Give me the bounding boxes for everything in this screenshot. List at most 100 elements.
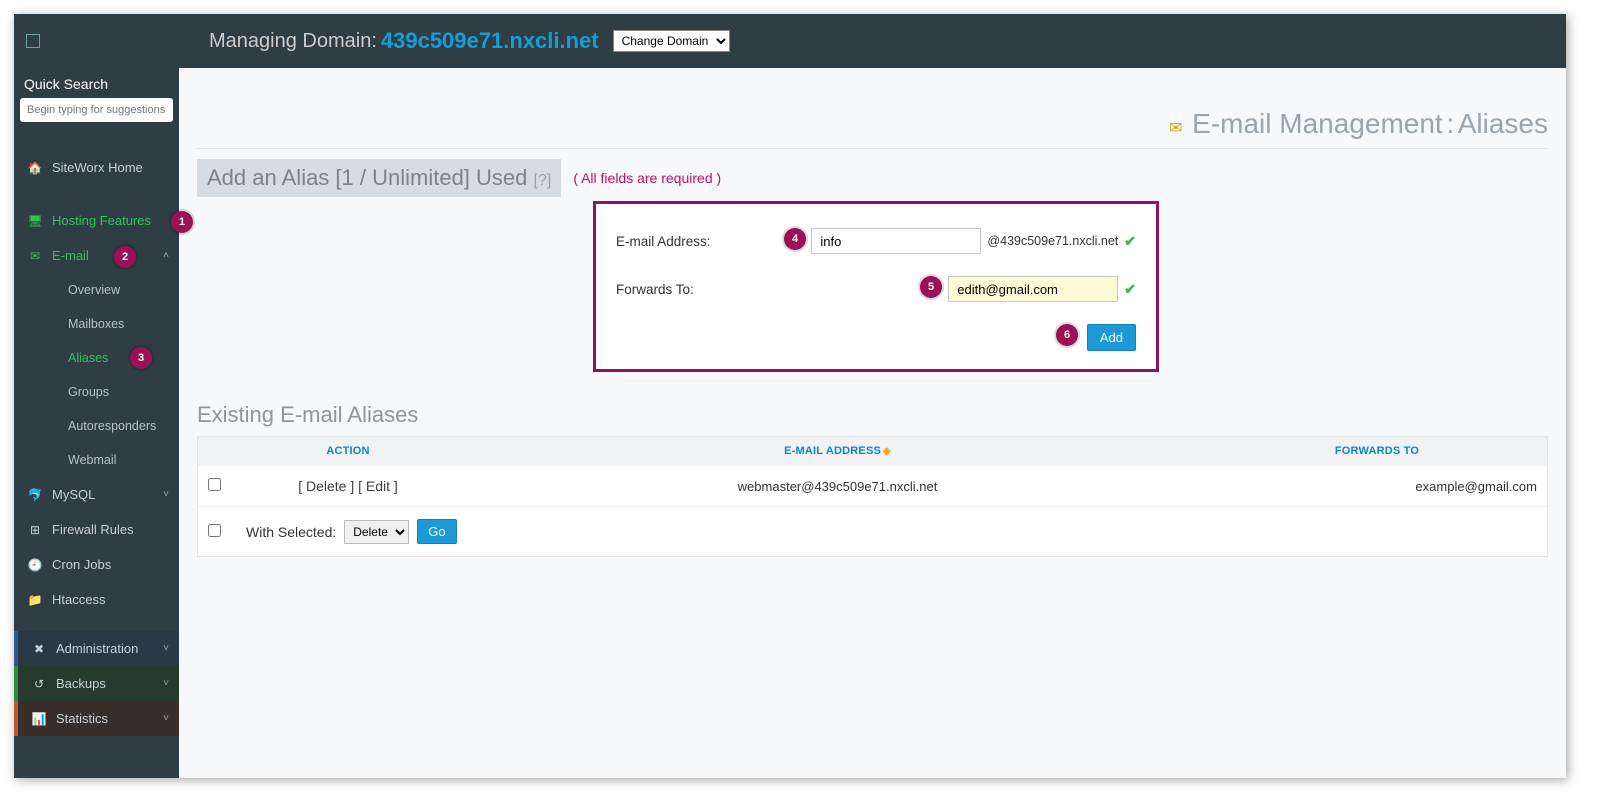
col-email[interactable]: E-MAIL ADDRESS◆ <box>458 445 1217 457</box>
chart-icon: 📊 <box>30 712 48 726</box>
existing-aliases-title: Existing E-mail Aliases <box>197 402 1548 428</box>
forwards-to-input[interactable] <box>948 276 1118 302</box>
edit-link[interactable]: [ Edit ] <box>358 478 398 494</box>
step-badge-3: 3 <box>130 347 152 369</box>
delete-link[interactable]: [ Delete ] <box>298 478 354 494</box>
go-button[interactable]: Go <box>417 519 456 544</box>
quick-search-input[interactable] <box>20 98 173 122</box>
sidebar-item-overview[interactable]: Overview <box>14 273 179 307</box>
sidebar-item-label: Administration <box>56 641 138 656</box>
sidebar-item-label: Overview <box>68 283 120 297</box>
aliases-table: ACTION E-MAIL ADDRESS◆ FORWARDS TO [ Del… <box>197 436 1548 557</box>
sidebar-item-email[interactable]: ✉ E-mail <box>14 238 179 273</box>
sidebar-item-siteworx-home[interactable]: 🏠 SiteWorx Home <box>14 150 179 185</box>
sidebar-item-label: Htaccess <box>52 592 105 607</box>
sidebar-item-htaccess[interactable]: 📁 Htaccess <box>14 582 179 617</box>
sidebar-item-label: Webmail <box>68 453 116 467</box>
page-title-sep: : <box>1446 108 1454 139</box>
step-badge-4: 4 <box>784 228 806 250</box>
main-content: ✉ E-mail Management : Aliases Add an Ali… <box>179 68 1566 778</box>
sidebar-item-label: Hosting Features <box>52 213 151 228</box>
bulk-action-select[interactable]: Delete <box>344 520 409 544</box>
mail-icon: ✉ <box>26 249 44 263</box>
step-badge-6: 6 <box>1056 324 1078 346</box>
email-address-label: E-mail Address: <box>616 234 811 249</box>
sidebar-item-statistics[interactable]: 📊 Statistics ˅ <box>18 701 179 736</box>
sidebar-item-mysql[interactable]: 🐬 MySQL ˅ <box>14 477 179 512</box>
step-badge-2: 2 <box>114 246 136 268</box>
table-row: [ Delete ] [ Edit ] webmaster@439c509e71… <box>198 465 1547 506</box>
folder-icon: 📁 <box>26 593 44 607</box>
row-forwards: example@gmail.com <box>1217 479 1537 494</box>
quick-search-title: Quick Search <box>14 68 179 98</box>
refresh-icon: ↺ <box>30 677 48 691</box>
chevron-down-icon: ˅ <box>163 713 169 724</box>
step-badge-5: 5 <box>920 276 942 298</box>
row-email: webmaster@439c509e71.nxcli.net <box>458 479 1217 494</box>
sort-icon: ◆ <box>883 446 891 457</box>
sidebar-item-mailboxes[interactable]: Mailboxes <box>14 307 179 341</box>
help-link[interactable]: [?] <box>534 172 552 189</box>
chevron-down-icon: ˅ <box>163 643 169 654</box>
mysql-icon: 🐬 <box>26 488 44 502</box>
logo <box>14 34 179 48</box>
chevron-down-icon: ˅ <box>163 489 169 500</box>
managing-domain-value: 439c509e71.nxcli.net <box>381 28 599 54</box>
sidebar-item-cronjobs[interactable]: 🕘 Cron Jobs <box>14 547 179 582</box>
add-alias-title-row: Add an Alias [1 / Unlimited] Used [?] ( … <box>197 159 1548 197</box>
sidebar-item-hosting-features[interactable]: 🖥 Hosting Features <box>14 203 179 238</box>
sidebar-item-label: Mailboxes <box>68 317 124 331</box>
row-checkbox[interactable] <box>208 478 221 491</box>
page-title-main: E-mail Management <box>1192 108 1443 139</box>
sidebar-item-label: Statistics <box>56 711 108 726</box>
chevron-up-icon: ˄ <box>163 250 169 261</box>
broken-image-icon <box>26 34 40 48</box>
sidebar-item-label: Aliases <box>68 351 108 365</box>
sidebar-item-label: Firewall Rules <box>52 522 134 537</box>
sidebar-item-autoresponders[interactable]: Autoresponders <box>14 409 179 443</box>
sidebar-nav: 🏠 SiteWorx Home 🖥 Hosting Features 1 ✉ E… <box>14 132 179 736</box>
sidebar-item-label: E-mail <box>52 248 89 263</box>
page-header: ✉ E-mail Management : Aliases <box>197 68 1548 149</box>
sidebar-item-firewall[interactable]: ⊞ Firewall Rules <box>14 512 179 547</box>
add-alias-title: Add an Alias [1 / Unlimited] Used [?] <box>197 159 561 197</box>
sidebar-item-label: Autoresponders <box>68 419 156 433</box>
app-window: Managing Domain: 439c509e71.nxcli.net Ch… <box>14 14 1566 778</box>
check-icon: ✔ <box>1124 281 1136 298</box>
sidebar-item-aliases[interactable]: Aliases <box>14 341 179 375</box>
managing-domain-label: Managing Domain: <box>209 30 377 53</box>
sidebar-item-label: Cron Jobs <box>52 557 111 572</box>
sidebar-item-label: Backups <box>56 676 106 691</box>
with-selected-label: With Selected: <box>246 524 336 540</box>
firewall-icon: ⊞ <box>26 523 44 537</box>
select-all-checkbox[interactable] <box>208 524 221 537</box>
chevron-down-icon: ˅ <box>163 678 169 689</box>
forwards-to-label: Forwards To: <box>616 282 816 297</box>
col-action[interactable]: ACTION <box>238 445 458 457</box>
mail-icon: ✉ <box>1169 120 1182 137</box>
home-icon: 🏠 <box>26 161 44 175</box>
email-domain-suffix: @439c509e71.nxcli.net <box>987 234 1118 248</box>
sidebar-item-administration[interactable]: ✖ Administration ˅ <box>18 631 179 666</box>
col-forwards[interactable]: FORWARDS TO <box>1217 445 1537 457</box>
sidebar-item-webmail[interactable]: Webmail <box>14 443 179 477</box>
topbar: Managing Domain: 439c509e71.nxcli.net Ch… <box>14 14 1566 68</box>
sidebar-item-groups[interactable]: Groups <box>14 375 179 409</box>
sidebar-item-label: SiteWorx Home <box>52 160 143 175</box>
required-note: ( All fields are required ) <box>573 170 721 186</box>
sidebar-item-backups[interactable]: ↺ Backups ˅ <box>18 666 179 701</box>
add-button[interactable]: Add <box>1087 324 1136 351</box>
step-badge-1: 1 <box>171 211 193 233</box>
check-icon: ✔ <box>1124 233 1136 250</box>
email-local-input[interactable] <box>811 228 981 254</box>
add-alias-form: E-mail Address: 4 @439c509e71.nxcli.net … <box>593 201 1159 372</box>
sidebar: Quick Search 🏠 SiteWorx Home 🖥 Hosting F… <box>14 68 179 778</box>
sidebar-item-label: MySQL <box>52 487 95 502</box>
change-domain-select[interactable]: Change Domain <box>613 30 730 52</box>
sidebar-item-label: Groups <box>68 385 109 399</box>
tools-icon: ✖ <box>30 642 48 656</box>
with-selected-row: With Selected: Delete Go <box>198 506 1547 556</box>
clock-icon: 🕘 <box>26 558 44 572</box>
table-header: ACTION E-MAIL ADDRESS◆ FORWARDS TO <box>198 437 1547 465</box>
page-title-sub: Aliases <box>1458 108 1548 139</box>
